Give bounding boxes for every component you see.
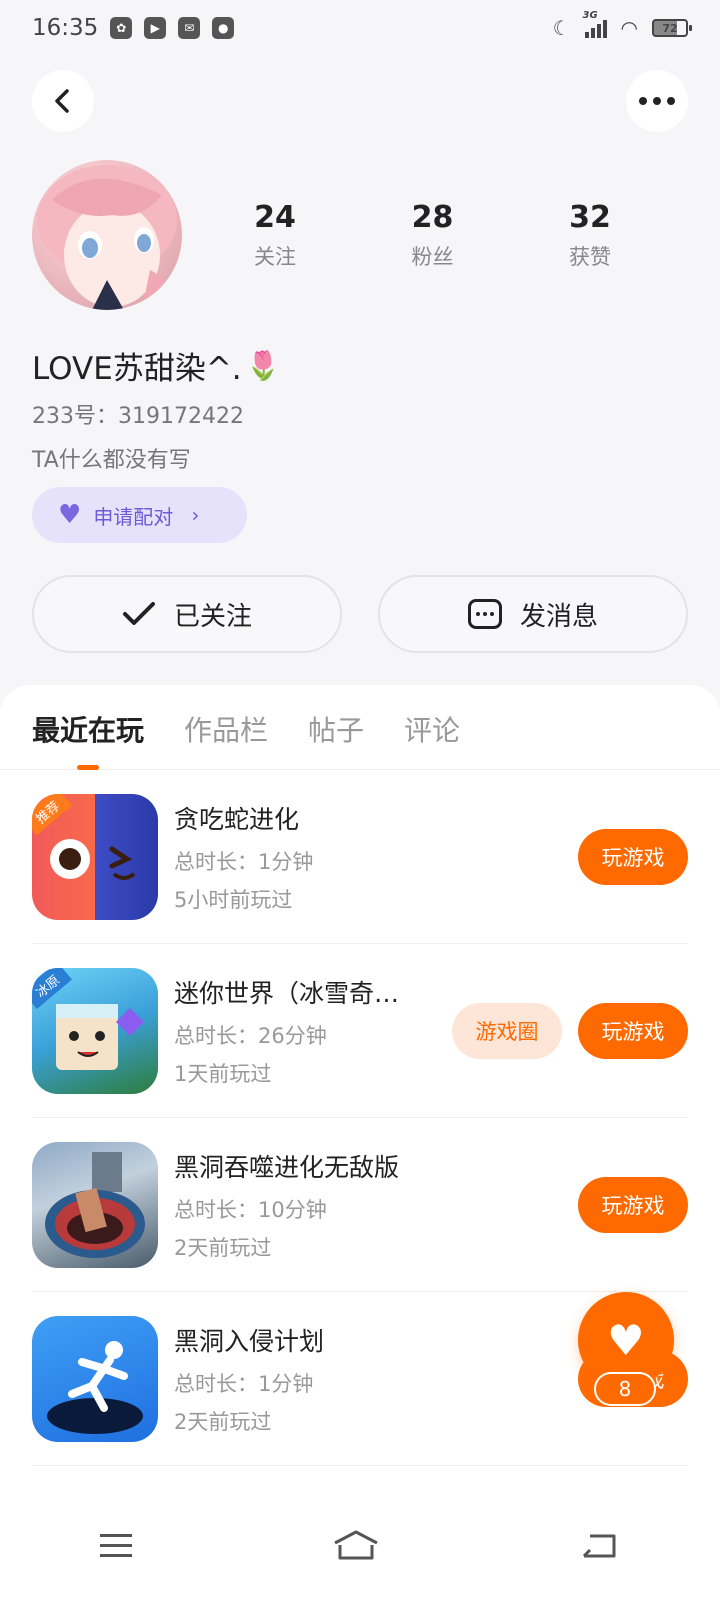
list-item[interactable]: 冰原 迷你世界（冰雪奇… 总时长：26分钟 1天前玩过 游戏圈 玩游戏 — [32, 944, 688, 1118]
game-last-played: 2天前玩过 — [174, 1409, 272, 1434]
game-circle-button[interactable]: 游戏圈 — [452, 1002, 562, 1059]
profile-stats: 24 关注 28 粉丝 32 获赞 — [215, 200, 650, 271]
mini-world-icon: 冰原 — [32, 967, 158, 1094]
following-count: 24 — [254, 200, 296, 235]
recent-apps-icon[interactable] — [100, 1533, 132, 1557]
tab-posts-label: 帖子 — [308, 714, 365, 747]
profile-tabs: 最近在玩 作品栏 帖子 评论 — [0, 685, 720, 770]
tab-recently-played[interactable]: 最近在玩 — [32, 709, 144, 770]
tab-comments[interactable]: 评论 — [404, 709, 460, 770]
play-game-button[interactable]: 玩游戏 — [578, 1002, 688, 1059]
request-pair-button[interactable]: ♥ 申请配对 › — [32, 487, 247, 543]
black-hole-game-icon — [32, 1141, 158, 1268]
anime-avatar-image — [37, 165, 180, 310]
more-options-button[interactable] — [626, 70, 688, 132]
cell-signal-icon: 3G — [583, 10, 607, 38]
battery-icon: 72 — [652, 19, 692, 37]
stat-following[interactable]: 24 关注 — [215, 200, 335, 271]
network-type-label: 3G — [582, 10, 598, 21]
game-duration: 总时长：10分钟 — [174, 1197, 327, 1222]
likes-label: 获赞 — [569, 245, 611, 269]
game-duration: 总时长：1分钟 — [174, 849, 314, 874]
do-not-disturb-icon: ☾ — [552, 16, 571, 40]
game-last-played: 2天前玩过 — [174, 1235, 272, 1260]
fans-count: 28 — [411, 200, 454, 235]
more-dots-icon — [639, 97, 675, 105]
likes-count: 32 — [569, 200, 611, 235]
list-item[interactable]: 推荐 贪吃蛇进化 总时长：1分钟 5小时前玩过 玩游戏 — [32, 770, 688, 944]
tab-comments-label: 评论 — [404, 714, 461, 747]
game-info: 迷你世界（冰雪奇… 总时长：26分钟 1天前玩过 — [174, 974, 452, 1088]
nickname-text: LOVE苏甜染^. — [32, 351, 242, 387]
avatar[interactable] — [32, 160, 182, 310]
chat-bubble-icon — [467, 599, 502, 629]
tab-works-label: 作品栏 — [184, 714, 269, 747]
black-hole-city-icon — [45, 1151, 145, 1258]
nickname: LOVE苏甜染^. 🌷 — [32, 343, 281, 388]
bio: TA什么都没有写 — [32, 448, 191, 473]
app-notification-icon: ✿ — [110, 17, 133, 39]
status-left: 16:35 ✿ ▶ ✉ ● — [32, 15, 235, 41]
following-label: 关注 — [254, 245, 296, 269]
status-time: 16:35 — [32, 15, 99, 41]
play-game-button[interactable]: 玩游戏 — [578, 1176, 688, 1233]
play-game-button[interactable]: 玩游戏 — [578, 828, 688, 885]
status-bar: 16:35 ✿ ▶ ✉ ● ☾ 3G ◠ 72 — [0, 0, 720, 56]
message-label: 发消息 — [519, 601, 598, 632]
hole-invasion-icon — [32, 1315, 158, 1442]
stat-fans[interactable]: 28 粉丝 — [373, 200, 493, 271]
game-title: 黑洞吞噬进化无敌版 — [174, 1152, 400, 1182]
mail-notification-icon: ✉ — [178, 17, 201, 39]
action-row: 已关注 发消息 — [32, 575, 688, 653]
game-title: 贪吃蛇进化 — [174, 804, 300, 834]
check-icon — [122, 602, 155, 625]
falling-person-icon — [47, 1340, 143, 1434]
game-info: 黑洞入侵计划 总时长：1分钟 2天前玩过 — [174, 1322, 578, 1436]
mini-world-character-icon — [56, 1003, 144, 1070]
game-info: 黑洞吞噬进化无敌版 总时长：10分钟 2天前玩过 — [174, 1148, 578, 1262]
game-info: 贪吃蛇进化 总时长：1分钟 5小时前玩过 — [174, 800, 578, 914]
snake-face-icon — [50, 838, 136, 880]
list-item[interactable]: 黑洞吞噬进化无敌版 总时长：10分钟 2天前玩过 玩游戏 — [32, 1118, 688, 1292]
tab-posts[interactable]: 帖子 — [308, 709, 364, 770]
chevron-right-icon: › — [191, 503, 200, 527]
like-count-badge: 8 — [594, 1372, 656, 1406]
game-title: 迷你世界（冰雪奇… — [174, 978, 400, 1008]
game-last-played: 5小时前玩过 — [174, 887, 293, 912]
snake-game-icon: 推荐 — [32, 793, 158, 920]
back-button[interactable] — [32, 70, 94, 132]
chevron-left-icon — [55, 89, 69, 113]
pair-label: 申请配对 — [93, 504, 174, 529]
home-icon[interactable] — [332, 1529, 380, 1561]
wifi-icon: ◠ — [620, 16, 638, 40]
heart-icon: ♥ — [607, 1315, 645, 1365]
top-nav — [32, 70, 688, 132]
game-duration: 总时长：26分钟 — [174, 1023, 327, 1048]
back-nav-icon[interactable] — [580, 1530, 620, 1560]
status-right: ☾ 3G ◠ 72 — [552, 10, 692, 40]
system-nav-bar — [0, 1490, 720, 1600]
video-notification-icon: ▶ — [144, 17, 167, 39]
user-id: 233号：319172422 — [32, 404, 244, 429]
game-last-played: 1天前玩过 — [174, 1061, 272, 1086]
wechat-notification-icon: ● — [212, 17, 235, 39]
double-heart-icon: ♥ — [58, 500, 82, 530]
tulip-emoji: 🌷 — [245, 349, 281, 382]
tab-recently-played-label: 最近在玩 — [32, 714, 145, 747]
game-duration: 总时长：1分钟 — [174, 1371, 314, 1396]
stat-likes[interactable]: 32 获赞 — [530, 200, 650, 271]
followed-button[interactable]: 已关注 — [32, 575, 342, 653]
send-message-button[interactable]: 发消息 — [378, 575, 688, 653]
tab-works[interactable]: 作品栏 — [184, 709, 268, 770]
followed-label: 已关注 — [173, 601, 252, 632]
game-title: 黑洞入侵计划 — [174, 1326, 325, 1356]
fans-label: 粉丝 — [411, 245, 454, 269]
